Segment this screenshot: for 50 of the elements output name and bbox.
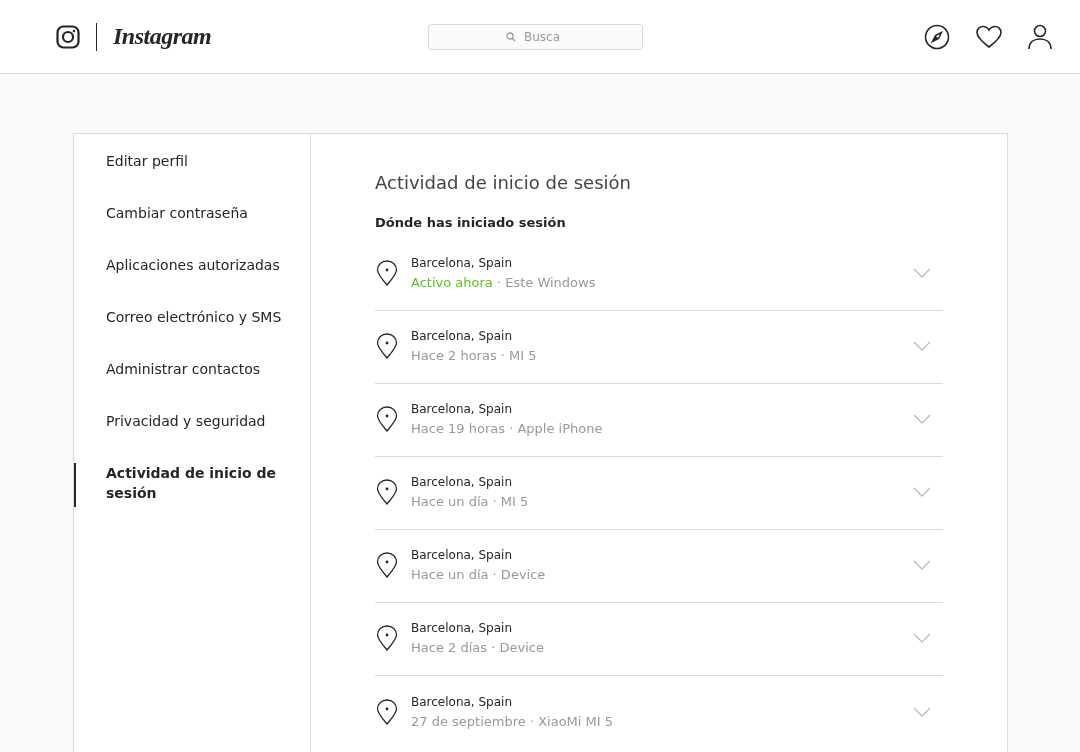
- search-field[interactable]: Busca: [427, 23, 643, 50]
- heart-icon[interactable]: [976, 24, 1002, 49]
- compass-icon[interactable]: [924, 23, 950, 50]
- session-location: Barcelona, Spain: [411, 401, 514, 418]
- sidebar-item[interactable]: Administrar contactos: [74, 359, 310, 411]
- sidebar-item[interactable]: Cambiar contraseña: [74, 203, 310, 255]
- sidebar-item[interactable]: Correo electrónico y SMS: [74, 307, 310, 359]
- session-time: Hace 19 horas: [411, 421, 505, 436]
- session-location: Barcelona, Spain: [411, 474, 514, 491]
- chevron-down-icon[interactable]: [913, 268, 931, 278]
- sidebar-item[interactable]: Aplicaciones autorizadas: [74, 255, 310, 307]
- location-pin-icon: [376, 698, 398, 725]
- session-device: · Device: [491, 640, 544, 655]
- session-location: Barcelona, Spain: [411, 547, 514, 564]
- session-time: Hace 2 horas: [411, 348, 497, 363]
- profile-icon[interactable]: [1028, 23, 1052, 50]
- session-location: Barcelona, Spain: [411, 620, 514, 637]
- location-pin-icon: [376, 552, 398, 578]
- chevron-down-icon[interactable]: [913, 341, 931, 351]
- session-time: Hace un día: [411, 567, 489, 582]
- chevron-down-icon[interactable]: [913, 706, 931, 717]
- session-time: Hace 2 días: [411, 640, 488, 655]
- session-location: Barcelona, Spain: [411, 255, 514, 272]
- sidebar-item[interactable]: Actividad de inicio de sesión: [74, 463, 310, 507]
- location-pin-icon: [376, 260, 398, 286]
- location-pin-icon: [376, 625, 398, 651]
- location-pin-icon: [376, 333, 398, 359]
- sidebar-item[interactable]: Privacidad y seguridad: [74, 411, 310, 463]
- session-time: Activo ahora: [411, 275, 493, 290]
- section-heading: Dónde has iniciado sesión: [375, 215, 567, 230]
- session-device: · Este Windows: [496, 275, 596, 290]
- sidebar-item[interactable]: Editar perfil: [74, 151, 310, 203]
- session-device: · Device: [492, 567, 546, 582]
- session-device: · Apple iPhone: [509, 421, 603, 436]
- session-location: Barcelona, Spain: [411, 693, 514, 711]
- session-device: · MI 5: [492, 494, 529, 509]
- location-pin-icon: [376, 406, 398, 432]
- chevron-down-icon[interactable]: [913, 414, 931, 424]
- camera-icon[interactable]: [56, 24, 80, 49]
- session-location: Barcelona, Spain: [411, 328, 514, 345]
- page-title: Actividad de inicio de sesión: [375, 172, 632, 193]
- session-time: 27 de septiembre: [411, 713, 526, 729]
- chevron-down-icon[interactable]: [913, 487, 931, 497]
- chevron-down-icon[interactable]: [913, 560, 931, 570]
- location-pin-icon: [376, 479, 398, 505]
- session-device: · XiaoMi MI 5: [529, 713, 614, 729]
- session-device: · MI 5: [500, 348, 537, 363]
- instagram-logo[interactable]: Instagram: [113, 23, 212, 50]
- chevron-down-icon[interactable]: [913, 633, 931, 643]
- session-time: Hace un día: [411, 494, 489, 509]
